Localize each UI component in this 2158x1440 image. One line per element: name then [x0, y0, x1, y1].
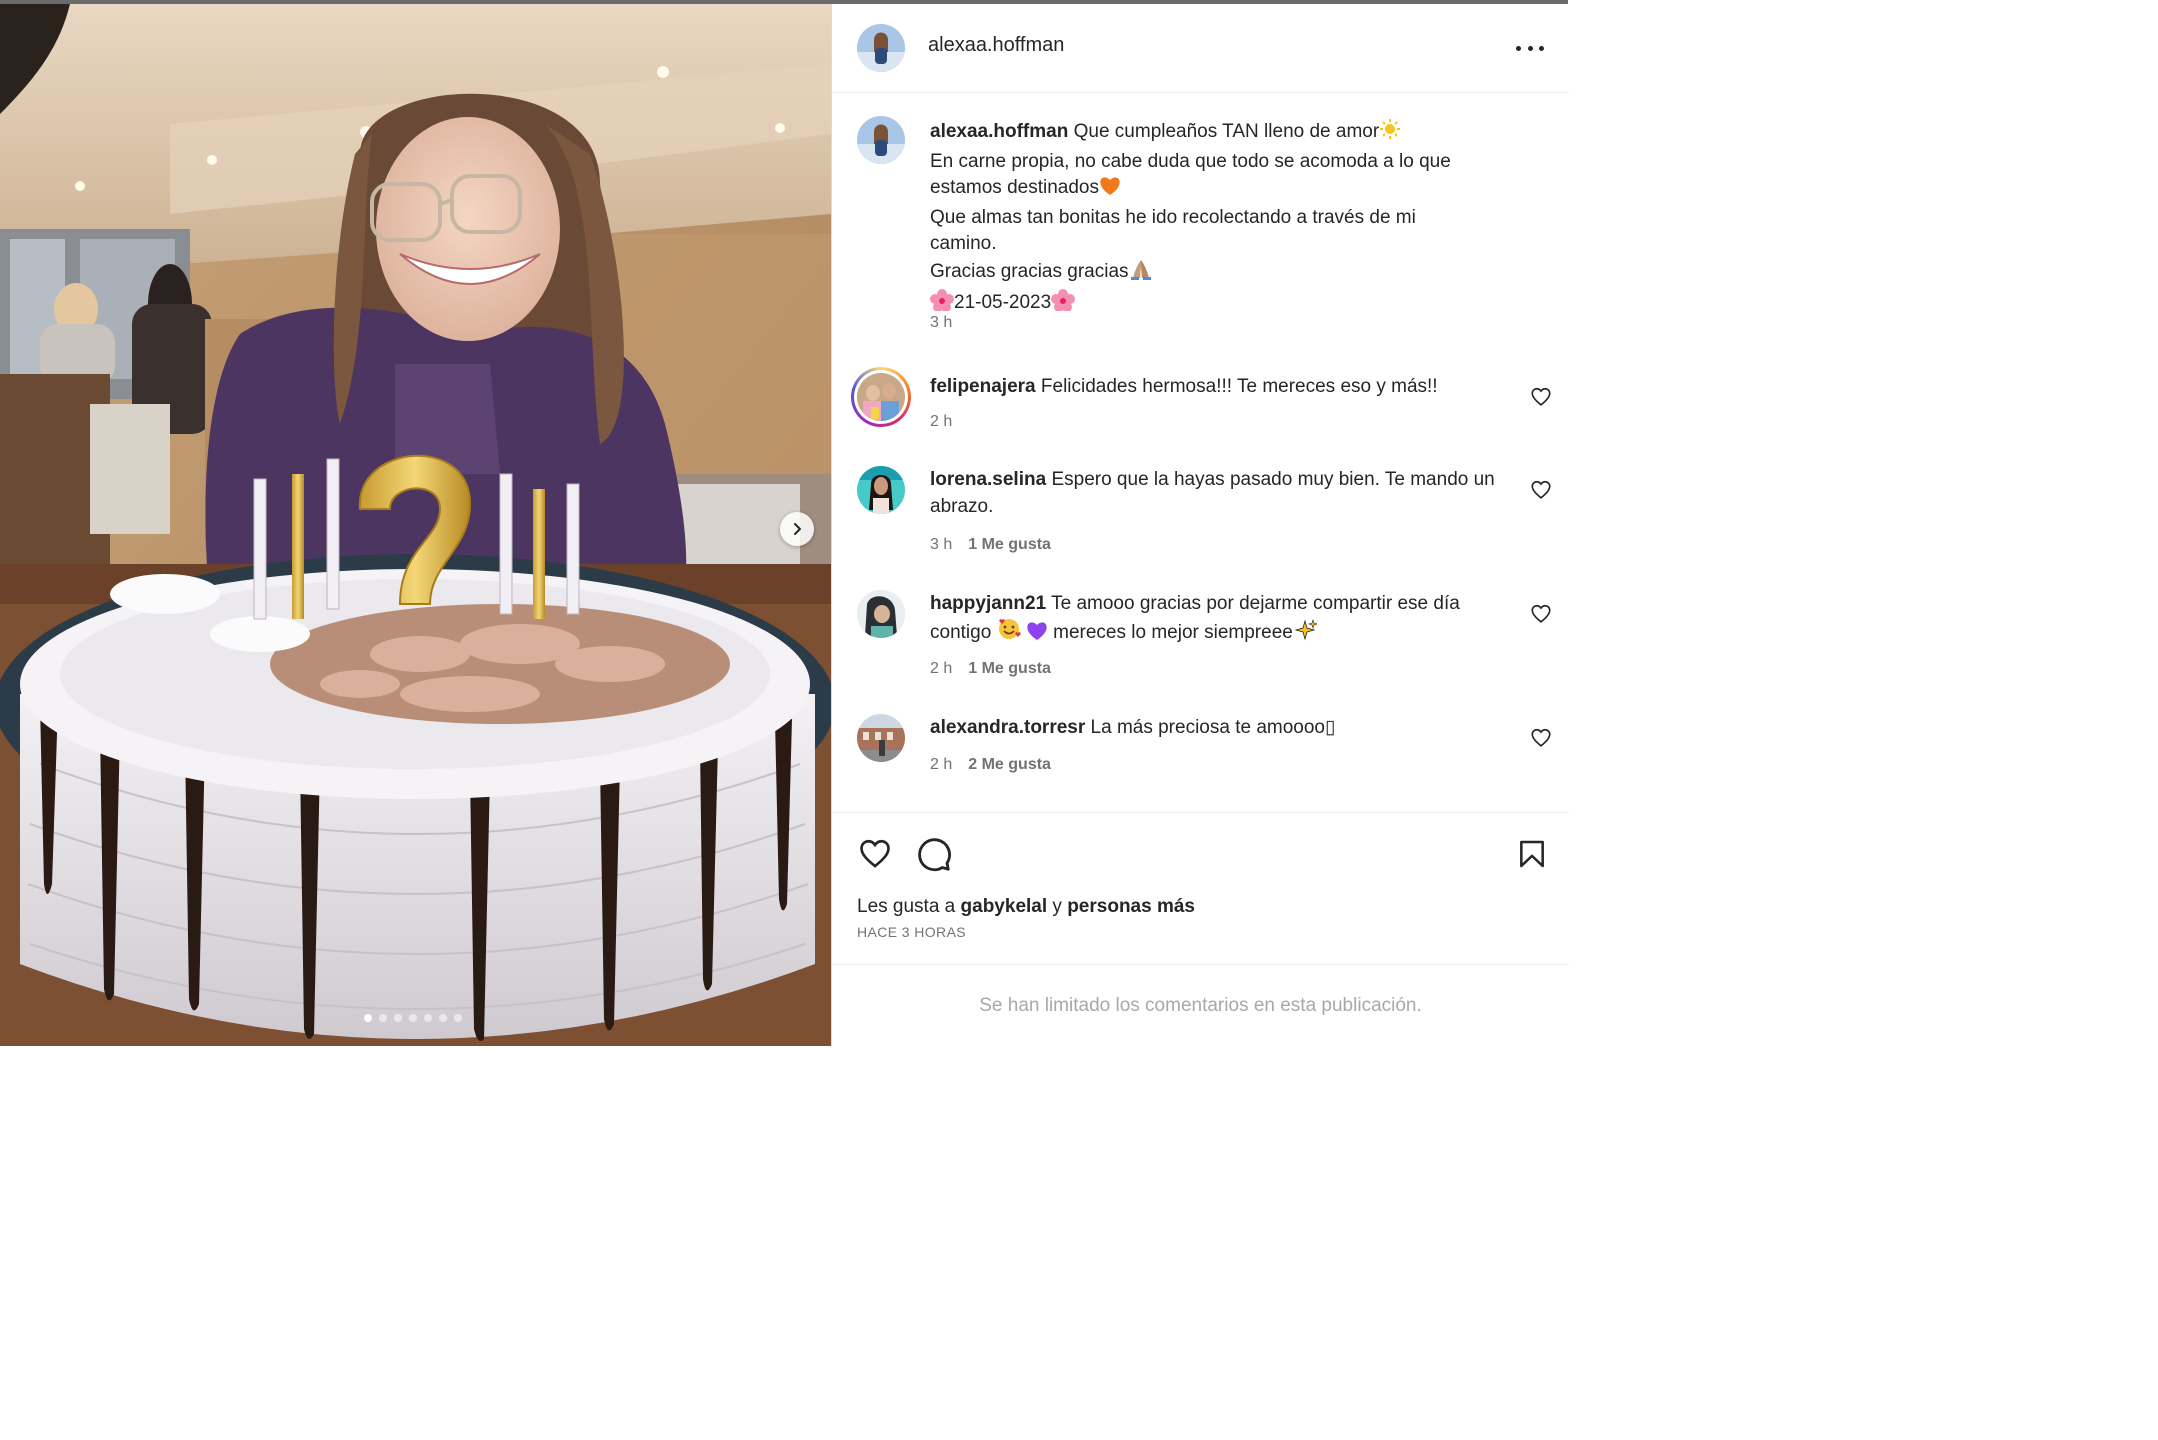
comment-likes[interactable]: 1 Me gusta: [968, 660, 1051, 678]
more-icon: [1516, 45, 1521, 51]
caption-author-avatar[interactable]: [857, 116, 905, 164]
commenter-avatar[interactable]: [857, 590, 905, 638]
caption-username[interactable]: alexaa.hoffman: [930, 121, 1068, 142]
carousel-dot: [364, 1014, 372, 1022]
comment-button[interactable]: [916, 837, 952, 878]
comment-like-button[interactable]: [1530, 727, 1552, 749]
blossom-emoji: [1051, 288, 1076, 320]
carousel-dot: [409, 1014, 417, 1022]
comment-like-button[interactable]: [1530, 386, 1552, 408]
likes-summary: Les gusta a gabykelal y personas más: [857, 896, 1195, 918]
comment-meta: 2 h: [930, 413, 952, 431]
heart-icon: [1531, 387, 1551, 406]
heart-icon: [1531, 604, 1551, 623]
comment-text: Felicidades hermosa!!! Te mereces eso y …: [1040, 376, 1438, 397]
comment-text-continued: mereces lo mejor siempreee: [1053, 622, 1293, 643]
likes-prefix: Les gusta a: [857, 896, 956, 917]
comment-time[interactable]: 3 h: [930, 536, 952, 554]
comment-time[interactable]: 2 h: [930, 756, 952, 774]
save-button[interactable]: [1516, 837, 1548, 876]
caption-line: estamos destinados: [930, 177, 1099, 199]
more-icon-dot: [1527, 45, 1533, 51]
author-username[interactable]: alexaa.hoffman: [928, 34, 1064, 57]
caption-line: Que almas tan bonitas he ido recolectand…: [930, 206, 1416, 228]
purple-heart-emoji: [1026, 621, 1048, 649]
comments-limited-bar: Se han limitado los comentarios en esta …: [832, 964, 1569, 1047]
commenter-avatar[interactable]: [857, 466, 905, 514]
comment-meta: 3 h 1 Me gusta: [930, 536, 1051, 554]
comment-meta: 2 h 2 Me gusta: [930, 756, 1051, 774]
commenter-avatar: [857, 373, 905, 421]
commenter-username[interactable]: happyjann21: [930, 593, 1046, 614]
comment-meta: 2 h 1 Me gusta: [930, 660, 1051, 678]
carousel-dot: [439, 1014, 447, 1022]
comment-likes[interactable]: 2 Me gusta: [968, 756, 1051, 774]
comment-time[interactable]: 2 h: [930, 413, 952, 431]
caption-line: camino.: [930, 233, 997, 255]
post-timestamp[interactable]: HACE 3 HORAS: [857, 924, 966, 940]
orange-heart-emoji: [1099, 176, 1121, 205]
carousel-next-button[interactable]: [780, 512, 814, 546]
post-actions: [832, 812, 1569, 872]
carousel-dot: [379, 1014, 387, 1022]
comment-like-button[interactable]: [1530, 479, 1552, 501]
comment-text: La más preciosa te amoooo▯: [1090, 717, 1336, 738]
caption-line: En carne propia, no cabe duda que todo s…: [930, 150, 1451, 172]
bookmark-icon: [1520, 840, 1544, 868]
heart-icon: [860, 839, 890, 868]
heart-icon: [1531, 480, 1551, 499]
story-ring[interactable]: [851, 367, 911, 427]
author-avatar[interactable]: [857, 24, 905, 72]
liker-username[interactable]: gabykelal: [961, 896, 1048, 917]
comment-icon: [918, 838, 951, 872]
carousel-dot: [424, 1014, 432, 1022]
comment-time[interactable]: 2 h: [930, 660, 952, 678]
carousel-dot: [394, 1014, 402, 1022]
commenter-username[interactable]: alexandra.torresr: [930, 717, 1085, 738]
commenter-username[interactable]: felipenajera: [930, 376, 1036, 397]
caption-time[interactable]: 3 h: [930, 314, 952, 332]
carousel-next-icon: [794, 523, 801, 535]
heart-icon: [1531, 728, 1551, 747]
caption-line: Gracias gracias gracias: [930, 260, 1129, 282]
caption-line: 21-05-2023: [954, 291, 1052, 313]
comment-like-button[interactable]: [1530, 603, 1552, 625]
caption-line: Que cumpleaños TAN lleno de amor: [1073, 121, 1380, 142]
post-details-panel: alexaa.hoffman alexaa.hoffman Que cumple…: [831, 4, 1569, 1046]
likes-connector: y: [1052, 896, 1062, 917]
like-button[interactable]: [857, 837, 893, 876]
commenter-username[interactable]: lorena.selina: [930, 469, 1046, 490]
sun-emoji: [1379, 118, 1401, 149]
comment-likes[interactable]: 1 Me gusta: [968, 536, 1051, 554]
more-icon-dot: [1539, 45, 1544, 51]
more-options-button[interactable]: [1516, 36, 1544, 60]
post-photo[interactable]: [0, 4, 831, 1046]
carousel-dot: [454, 1014, 462, 1022]
commenter-avatar[interactable]: [857, 714, 905, 762]
smiling-hearts-emoji: [997, 617, 1021, 649]
birthday-photo: [0, 4, 831, 1046]
caption-text: alexaa.hoffman Que cumpleaños TAN lleno …: [930, 118, 1520, 319]
sparkles-emoji: [1293, 619, 1318, 649]
comments-limited-notice: Se han limitado los comentarios en esta …: [979, 995, 1422, 1016]
carousel-indicator: [364, 1014, 462, 1022]
pray-emoji: [1129, 258, 1153, 289]
post-header: alexaa.hoffman: [832, 4, 1569, 93]
likes-others-link[interactable]: personas más: [1067, 896, 1195, 917]
